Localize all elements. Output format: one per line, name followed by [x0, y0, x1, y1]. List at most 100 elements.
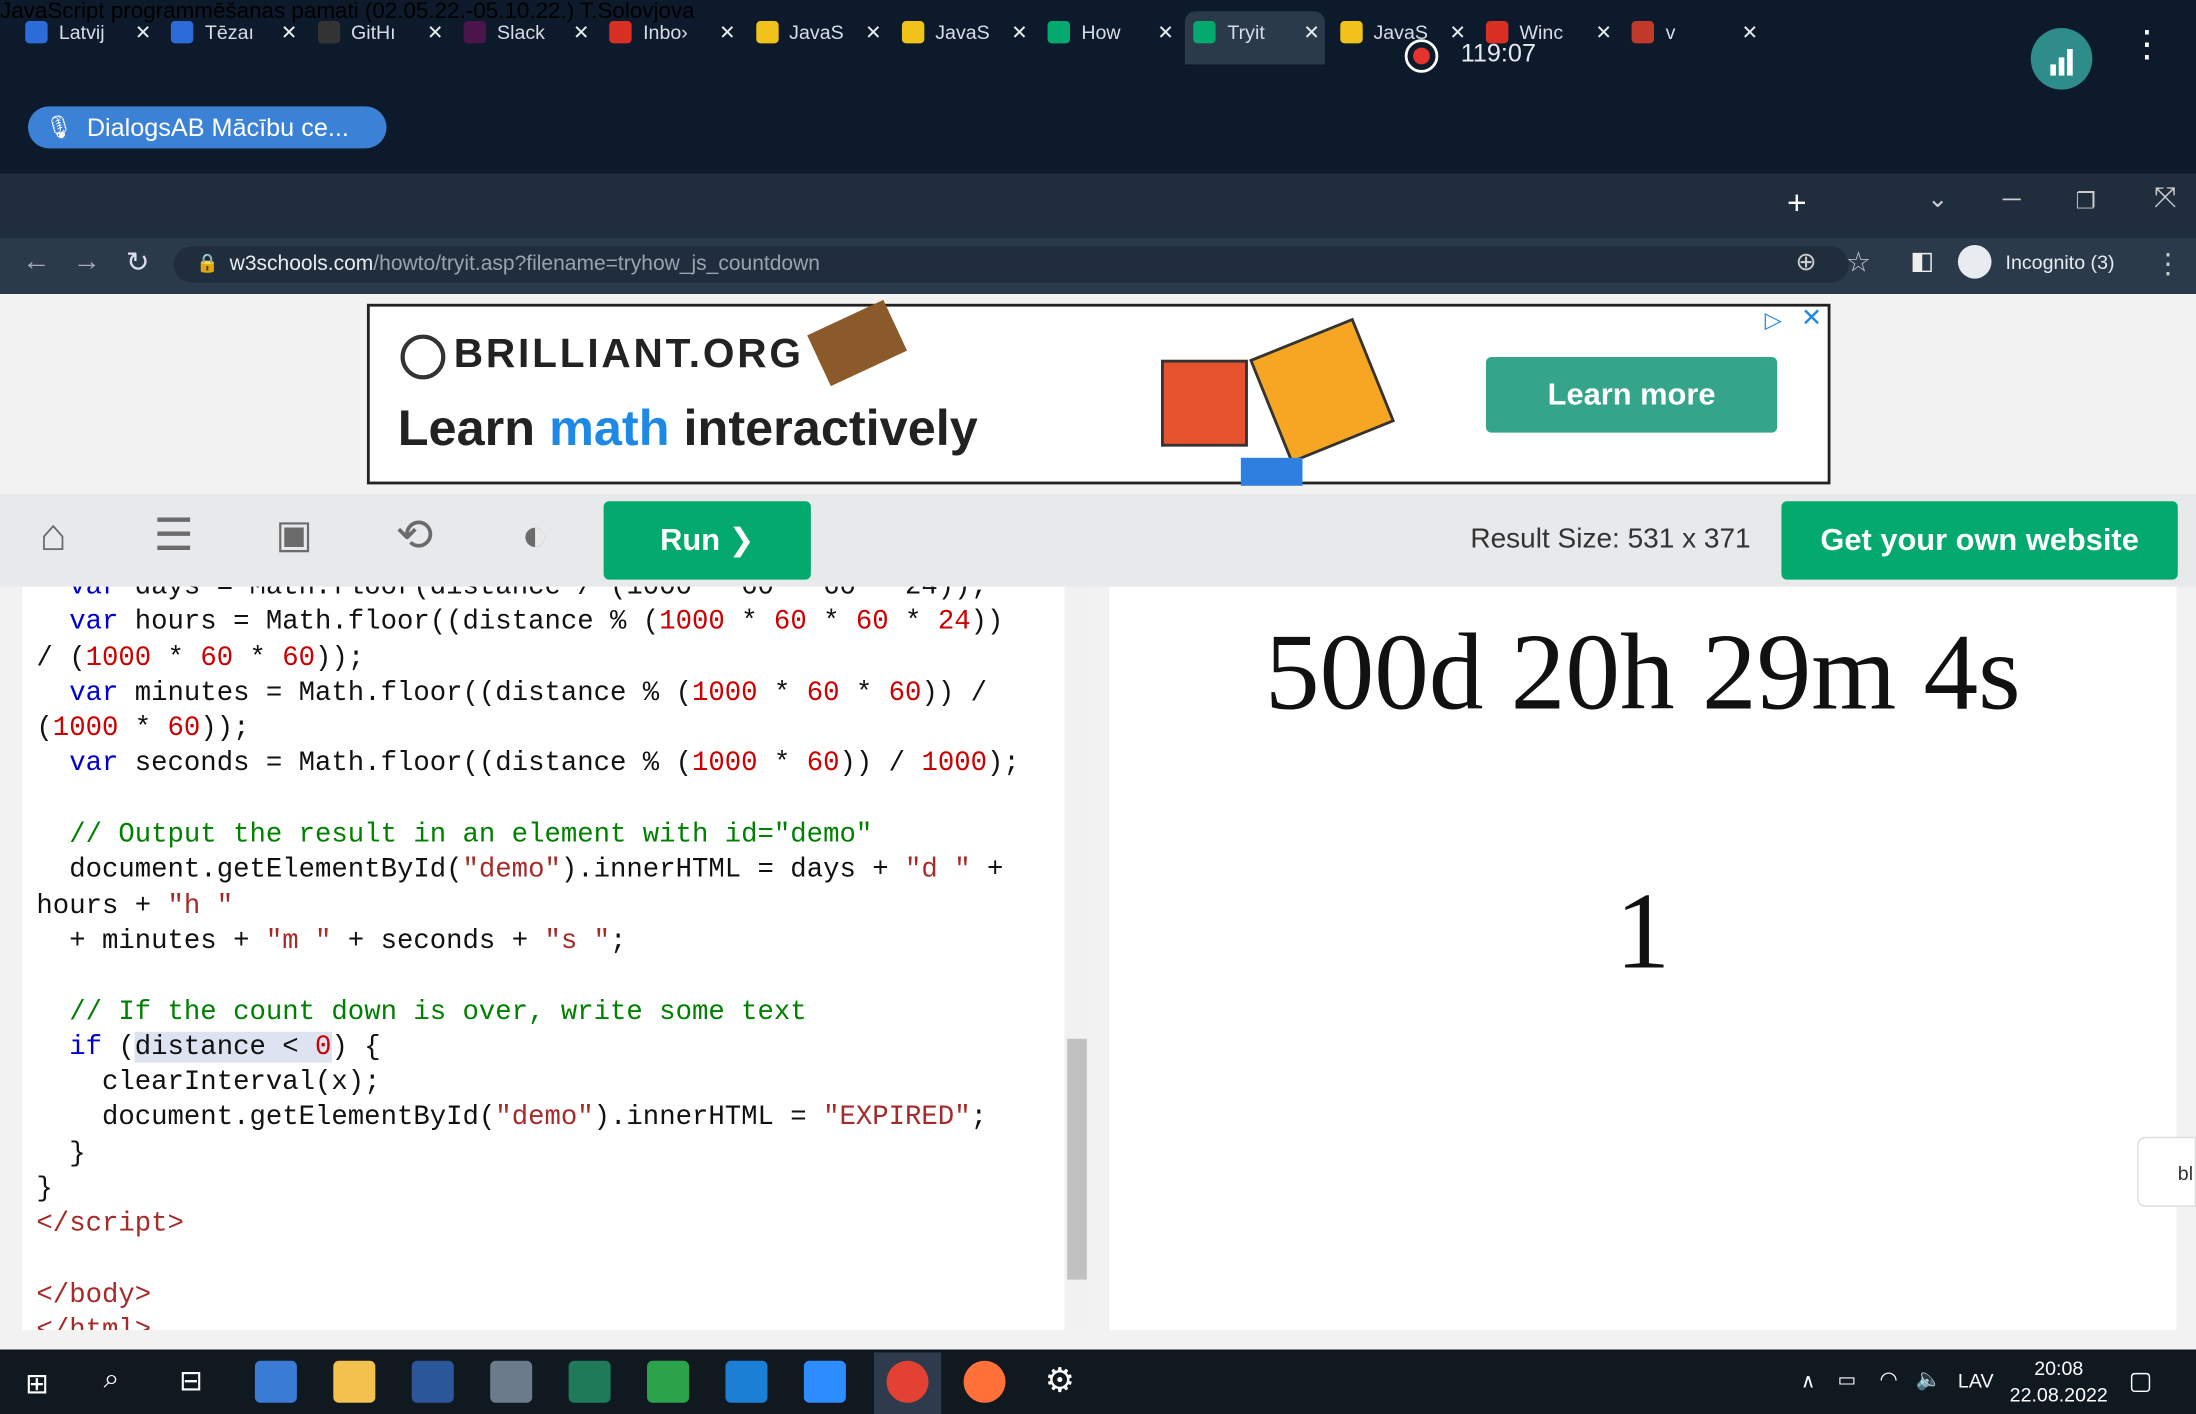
tab-11[interactable]: v ✕ — [1624, 11, 1764, 53]
tab-label: How — [1081, 21, 1121, 44]
tab-4[interactable]: Inbo› ✕ — [601, 11, 741, 53]
clock[interactable]: 20:08 22.08.2022 — [1997, 1355, 2120, 1408]
tab-close-icon[interactable]: ✕ — [573, 11, 589, 53]
battery-icon[interactable]: ▭ — [1837, 1368, 1856, 1392]
forward-icon[interactable]: → — [73, 246, 101, 278]
JS-icon — [755, 21, 778, 44]
back-icon[interactable]: ← — [22, 246, 50, 278]
tab-10[interactable]: Winc ✕ — [1478, 11, 1618, 53]
start-icon[interactable]: ⊞ — [25, 1366, 48, 1401]
address-bar[interactable]: w3schools.com/howto/tryit.asp?filename=t… — [173, 246, 1849, 283]
tab-close-icon[interactable]: ✕ — [1449, 11, 1465, 53]
tab-2[interactable]: GitHı ✕ — [309, 11, 449, 53]
square-a-icon — [1161, 359, 1248, 447]
ad-brand: BRILLIANT.ORG — [453, 331, 804, 377]
M-icon — [1485, 21, 1509, 44]
microphone-icon: 🎙 — [44, 116, 74, 140]
code-editor[interactable]: var days = Math.floor(distance / (1000 *… — [22, 586, 1090, 1330]
bookmark-star-icon[interactable]: ☆ — [1846, 245, 1871, 280]
tab-9[interactable]: JavaS ✕ — [1331, 11, 1471, 53]
more-menu-icon[interactable]: ⋮ — [2129, 25, 2165, 61]
side-panel-icon[interactable]: ◧ — [1910, 246, 1934, 275]
learn-more-button[interactable]: Learn more — [1485, 357, 1778, 433]
zoom-app-icon[interactable] — [803, 1360, 846, 1403]
tab-close-icon[interactable]: ✕ — [1157, 11, 1173, 53]
ad-illustration — [807, 299, 908, 387]
tab-search-icon[interactable]: ⌄ — [1927, 185, 1948, 214]
tab-close-icon[interactable]: ✕ — [135, 11, 151, 53]
chrome-icon[interactable] — [886, 1360, 929, 1403]
tab-label: Slack — [497, 21, 545, 44]
word-icon[interactable] — [411, 1360, 454, 1403]
tab-label: Inbo› — [643, 21, 688, 44]
tab-6[interactable]: JavaS ✕ — [893, 11, 1033, 53]
ad-banner[interactable]: BRILLIANT.ORG Learn math interactively L… — [366, 299, 1831, 486]
tab-3[interactable]: Slack ✕ — [455, 11, 595, 53]
code-text[interactable]: var days = Math.floor(distance / (1000 *… — [36, 587, 1072, 1330]
tab-5[interactable]: JavaS ✕ — [747, 11, 887, 53]
zoom-icon[interactable]: ⊕ — [1795, 248, 1816, 277]
tab-close-icon[interactable]: ✕ — [1303, 11, 1319, 53]
settings-icon[interactable]: ⚙ — [1045, 1361, 1075, 1402]
M-icon — [609, 21, 632, 44]
incognito-label[interactable]: Incognito (3) — [2006, 251, 2115, 273]
tab-close-icon[interactable]: ✕ — [1596, 11, 1612, 53]
task-view-icon[interactable]: ⊟ — [179, 1364, 202, 1399]
fullscreen-icon[interactable]: ⤧ — [2154, 182, 2176, 214]
adchoices-icon[interactable]: ▷ — [1765, 307, 1782, 335]
speaker-pill: DialogsAB Mācību ce... — [28, 106, 387, 149]
result-second-line: 1 — [1615, 869, 1671, 992]
lock-icon: 🔒 — [196, 252, 219, 273]
JS-icon — [1339, 21, 1363, 44]
reload-icon[interactable]: ↻ — [126, 245, 149, 280]
firefox-icon[interactable] — [963, 1360, 1006, 1403]
tab-label: Tēzaı — [204, 21, 254, 44]
tab-close-icon[interactable]: ✕ — [719, 11, 735, 53]
file-explorer-icon[interactable] — [333, 1360, 376, 1403]
browser-menu-icon[interactable]: ⋮ — [2154, 246, 2182, 281]
home-icon[interactable]: ⌂ — [25, 507, 81, 563]
tab-label: v — [1665, 21, 1676, 44]
side-tab[interactable]: bl — [2137, 1136, 2196, 1207]
tab-7[interactable]: How ✕ — [1039, 11, 1179, 53]
tab-1[interactable]: Tēzaı ✕ — [163, 11, 303, 53]
webstorm-icon[interactable] — [568, 1360, 611, 1403]
restore-icon[interactable]: ❐ — [2076, 188, 2096, 216]
tab-8[interactable]: Tryit ✕ — [1185, 11, 1326, 65]
search-icon[interactable]: ⌕ — [104, 1364, 120, 1396]
rec-icon — [1632, 21, 1655, 44]
new-tab-icon[interactable]: + — [1787, 185, 1807, 224]
vscode-icon[interactable] — [725, 1360, 768, 1403]
menu-icon[interactable]: ☰ — [146, 507, 202, 563]
ad-close-icon[interactable]: ✕ — [1801, 304, 1822, 333]
T-icon — [25, 21, 48, 44]
language-indicator[interactable]: LAV — [1958, 1369, 1994, 1391]
app-icon-4[interactable] — [490, 1360, 533, 1403]
run-button[interactable]: Run ❯ — [603, 501, 811, 580]
countdown-text: 500d 20h 29m 4s — [1264, 610, 2021, 733]
minimize-icon[interactable]: ─ — [2003, 185, 2021, 214]
signal-icon[interactable] — [2030, 28, 2093, 90]
tab-label: JavaS — [789, 21, 844, 44]
save-icon[interactable]: ▣ — [266, 507, 322, 563]
square-c-icon — [1249, 317, 1396, 464]
editor-scroll-thumb[interactable] — [1067, 1038, 1087, 1280]
tab-close-icon[interactable]: ✕ — [427, 11, 443, 53]
notifications-icon[interactable]: ▢ — [2129, 1366, 2153, 1395]
wifi-icon[interactable]: ◠ — [1879, 1366, 1897, 1392]
app-icon-1[interactable] — [254, 1360, 297, 1403]
ad-headline: Learn math interactively — [397, 399, 978, 457]
rotate-layout-icon[interactable]: ⟲ — [387, 507, 443, 563]
tab-close-icon[interactable]: ✕ — [1742, 11, 1758, 53]
volume-icon[interactable]: 🔈 — [1916, 1366, 1942, 1392]
pycharm-icon[interactable] — [647, 1360, 690, 1403]
incognito-icon — [1957, 245, 1992, 279]
tab-close-icon[interactable]: ✕ — [865, 11, 881, 53]
contrast-icon[interactable]: ◐ — [507, 507, 563, 563]
tab-0[interactable]: Latvij ✕ — [17, 11, 157, 53]
tab-close-icon[interactable]: ✕ — [1011, 11, 1027, 53]
tab-close-icon[interactable]: ✕ — [281, 11, 297, 53]
get-website-button[interactable]: Get your own website — [1781, 501, 2178, 580]
tray-chevron-icon[interactable]: ∧ — [1801, 1369, 1815, 1393]
tab-strip — [0, 173, 2196, 238]
